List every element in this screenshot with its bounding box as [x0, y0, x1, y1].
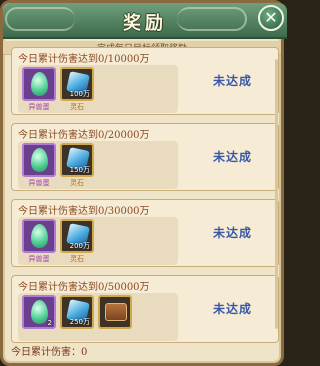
- reward-slot[interactable]: 100万 灵石: [60, 67, 94, 111]
- reward-panel: 奖励 ✕ 完成每日目标领取奖励 今日累计伤害达到0/10000万 异兽蛋 100…: [0, 0, 287, 366]
- total-damage-label: 今日累计伤害：0: [11, 347, 88, 358]
- task-card: 今日累计伤害达到0/20000万 异兽蛋 150万 灵石 未达成: [11, 123, 279, 191]
- reward-quantity: 2: [47, 319, 52, 327]
- reward-quantity: 250万: [69, 318, 90, 326]
- reward-slots: 异兽蛋 200万 灵石: [18, 217, 178, 265]
- reward-slots: 异兽蛋 100万 灵石: [18, 65, 178, 113]
- close-button[interactable]: ✕: [258, 5, 284, 31]
- reward-slot[interactable]: 异兽蛋: [22, 67, 56, 111]
- reward-slots: 2 250万: [18, 293, 178, 341]
- chest-icon: [105, 303, 127, 321]
- reward-slot[interactable]: 异兽蛋: [22, 219, 56, 263]
- reward-frame: 200万: [60, 219, 94, 253]
- reward-slot[interactable]: 250万: [60, 295, 94, 339]
- reward-frame: [22, 67, 56, 101]
- task-title: 今日累计伤害达到0/30000万: [18, 206, 150, 217]
- reward-slot[interactable]: 200万 灵石: [60, 219, 94, 263]
- egg-icon: [31, 72, 48, 96]
- reward-slot[interactable]: [98, 295, 132, 339]
- status-badge: 未达成: [212, 150, 252, 164]
- status-badge: 未达成: [212, 74, 252, 88]
- reward-quantity: 200万: [69, 242, 90, 250]
- egg-icon: [31, 224, 48, 248]
- reward-label: 灵石: [70, 103, 84, 111]
- egg-icon: [31, 148, 48, 172]
- reward-frame: [98, 295, 132, 329]
- panel-title: 奖励: [123, 13, 167, 34]
- reward-label: 异兽蛋: [28, 103, 50, 111]
- reward-slot[interactable]: 2: [22, 295, 56, 339]
- scrollbar[interactable]: [275, 59, 278, 329]
- task-card: 今日累计伤害达到0/30000万 异兽蛋 200万 灵石 未达成: [11, 199, 279, 267]
- reward-frame: [22, 219, 56, 253]
- reward-slots: 异兽蛋 150万 灵石: [18, 141, 178, 189]
- reward-slot[interactable]: 异兽蛋: [22, 143, 56, 187]
- reward-label: 灵石: [70, 179, 84, 187]
- reward-frame: 100万: [60, 67, 94, 101]
- task-title: 今日累计伤害达到0/10000万: [18, 54, 150, 65]
- reward-frame: 2: [22, 295, 56, 329]
- reward-label: 异兽蛋: [28, 179, 50, 187]
- status-badge: 未达成: [212, 226, 252, 240]
- reward-quantity: 100万: [69, 90, 90, 98]
- panel-header: 奖励 ✕: [3, 3, 287, 39]
- reward-frame: [22, 143, 56, 177]
- task-card: 今日累计伤害达到0/10000万 异兽蛋 100万 灵石 未达成: [11, 47, 279, 115]
- task-title: 今日累计伤害达到0/20000万: [18, 130, 150, 141]
- reward-frame: 150万: [60, 143, 94, 177]
- task-title: 今日累计伤害达到0/50000万: [18, 282, 150, 293]
- reward-label: 灵石: [70, 255, 84, 263]
- task-card: 今日累计伤害达到0/50000万 2 250万 未达成: [11, 275, 279, 343]
- reward-slot[interactable]: 150万 灵石: [60, 143, 94, 187]
- reward-label: 异兽蛋: [28, 255, 50, 263]
- reward-frame: 250万: [60, 295, 94, 329]
- egg-icon: [31, 300, 48, 324]
- reward-quantity: 150万: [69, 166, 90, 174]
- status-badge: 未达成: [212, 302, 252, 316]
